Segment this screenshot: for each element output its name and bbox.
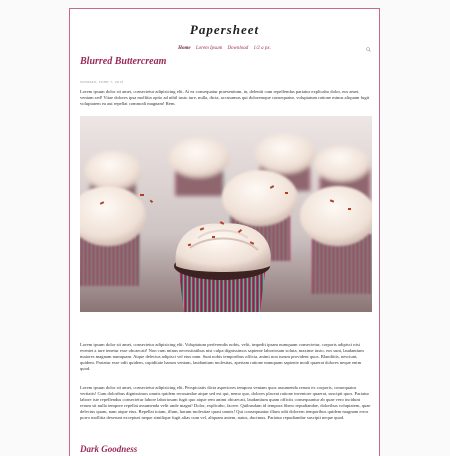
post-title[interactable]: Blurred Buttercream	[80, 56, 166, 67]
main-nav: Home Lorem Ipsum Download 1/2 a px.	[70, 46, 379, 51]
post-paragraph-3: Lorem ipsum dolor sit amet, consectetur …	[80, 385, 371, 420]
post-paragraph-1: Lorem ipsum dolor sit amet, consectetur …	[80, 89, 370, 106]
search-icon[interactable]	[366, 47, 371, 52]
cupcakes-image	[80, 116, 372, 312]
nav-item-home[interactable]: Home	[178, 46, 191, 51]
nav-item-lorem-ipsum[interactable]: Lorem Ipsum	[196, 46, 222, 51]
post-paragraph-2: Lorem ipsum dolor sit amet, consectetur …	[80, 342, 364, 371]
nav-item-half-px[interactable]: 1/2 a px.	[254, 46, 271, 51]
nav-item-download[interactable]: Download	[227, 46, 248, 51]
page-sheet: Papersheet Home Lorem Ipsum Download 1/2…	[69, 8, 380, 456]
next-post-title[interactable]: Dark Goodness	[80, 444, 137, 454]
post-date: Sunday, June 7, 2015	[80, 80, 124, 84]
site-title[interactable]: Papersheet	[70, 22, 379, 38]
